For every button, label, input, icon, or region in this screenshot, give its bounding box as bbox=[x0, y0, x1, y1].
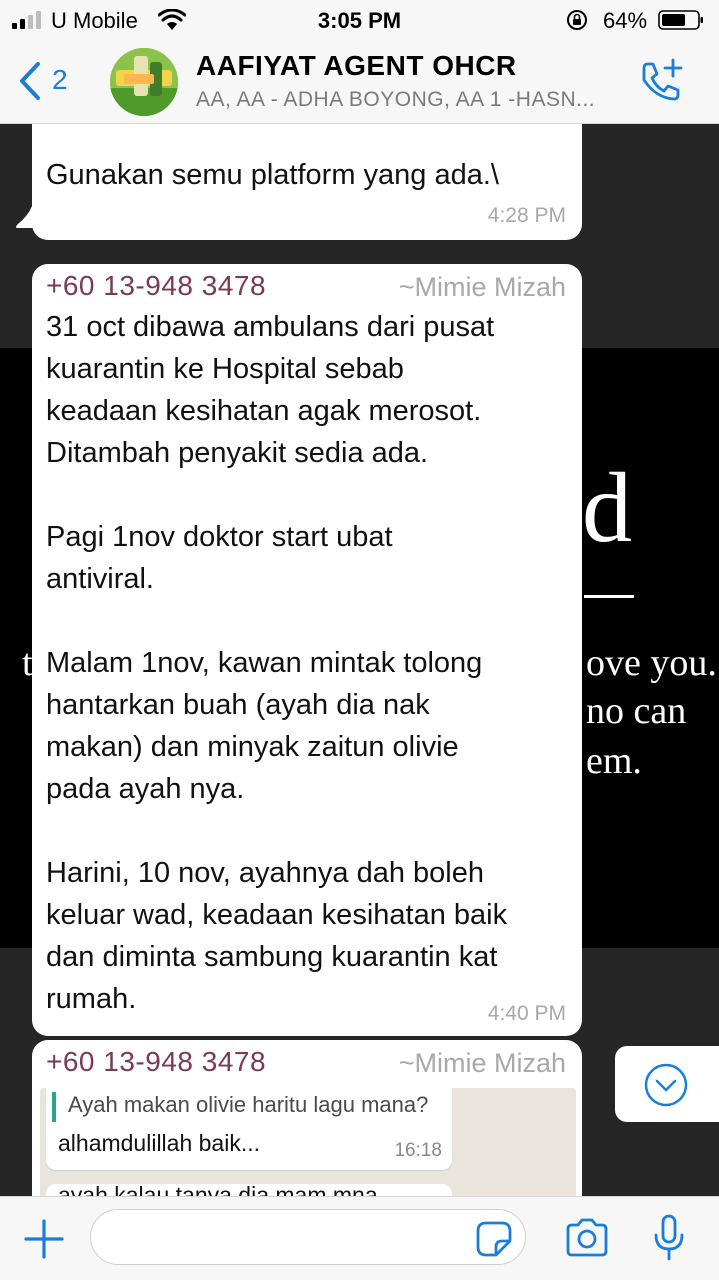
wallpaper-letter: d bbox=[582, 452, 632, 563]
quoted-text: Ayah makan olivie haritu lagu mana? bbox=[68, 1092, 429, 1117]
sender-phone[interactable]: +60 13-948 3478 bbox=[46, 1046, 266, 1078]
microphone-button[interactable] bbox=[652, 1213, 686, 1263]
group-members[interactable]: AA, AA - ADHA BOYONG, AA 1 -HASN... bbox=[196, 88, 636, 112]
message-time: 4:40 PM bbox=[487, 1002, 566, 1025]
message-time: 4:28 PM bbox=[487, 204, 566, 227]
sender-name: ~Mimie Mizah bbox=[398, 1048, 566, 1078]
sender-phone[interactable]: +60 13-948 3478 bbox=[46, 270, 266, 302]
sticker-button[interactable] bbox=[474, 1219, 514, 1259]
battery-icon bbox=[658, 10, 703, 30]
message-text: 31 oct dibawa ambulans dari pusat kuaran… bbox=[46, 311, 508, 1015]
wallpaper-text: ove you. bbox=[586, 642, 717, 684]
quoted-message: Ayah makan olivie haritu lagu mana? bbox=[52, 1092, 450, 1122]
plus-icon bbox=[24, 1219, 64, 1259]
attach-button[interactable] bbox=[22, 1217, 66, 1261]
sticker-icon bbox=[476, 1221, 512, 1257]
message-bubble[interactable]: +60 13-948 3478 ~Mimie Mizah 31 oct diba… bbox=[32, 264, 582, 1036]
group-avatar[interactable] bbox=[110, 48, 178, 116]
message-bubble[interactable]: +60 13-948 3478 ~Mimie Mizah Ayah makan … bbox=[32, 1040, 582, 1238]
orientation-lock-icon bbox=[567, 10, 587, 30]
reply-text: alhamdulillah baik... bbox=[58, 1130, 261, 1156]
message-input[interactable] bbox=[90, 1209, 526, 1265]
wallpaper-text: no can bbox=[586, 690, 687, 732]
back-button[interactable]: 2 bbox=[12, 56, 82, 104]
battery-percent: 64% bbox=[603, 8, 648, 33]
avatar-image bbox=[110, 48, 178, 116]
chevron-down-icon bbox=[644, 1063, 688, 1107]
screenshot-reply-bubble: Ayah makan olivie haritu lagu mana? alha… bbox=[46, 1088, 452, 1170]
add-call-button[interactable] bbox=[636, 56, 686, 106]
status-bar: U Mobile 3:05 PM 64% bbox=[0, 0, 719, 40]
wallpaper-text: em. bbox=[586, 740, 642, 782]
sender-name: ~Mimie Mizah bbox=[398, 272, 566, 302]
camera-icon bbox=[566, 1218, 608, 1257]
message-input-bar bbox=[0, 1196, 719, 1280]
phone-plus-icon bbox=[642, 58, 683, 101]
wallpaper-rule bbox=[584, 595, 634, 598]
group-name[interactable]: AAFIYAT AGENT OHCR bbox=[196, 50, 517, 82]
camera-button[interactable] bbox=[564, 1217, 610, 1259]
reply-time: 16:18 bbox=[394, 1140, 442, 1161]
microphone-icon bbox=[654, 1214, 684, 1261]
chat-header: 2 AAFIYAT AGENT OHCR AA, AA - ADHA BOYON… bbox=[0, 40, 719, 124]
wallpaper-text: t bbox=[22, 642, 33, 684]
unread-count: 2 bbox=[52, 64, 68, 95]
chevron-left-icon bbox=[20, 62, 40, 100]
scroll-to-bottom-button[interactable] bbox=[615, 1046, 719, 1122]
message-text: Gunakan semu platform yang ada.\ bbox=[46, 159, 499, 191]
